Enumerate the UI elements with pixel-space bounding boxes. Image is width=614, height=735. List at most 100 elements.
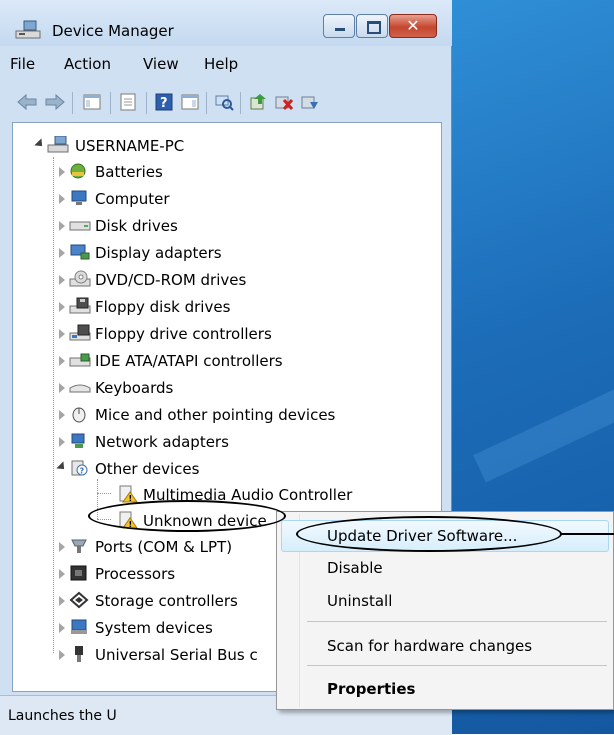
computer-icon xyxy=(69,189,87,207)
toolbar-separator xyxy=(206,92,207,114)
tree-category[interactable]: Batteries xyxy=(49,159,409,185)
svg-text:?: ? xyxy=(80,467,85,476)
ide-controller-icon xyxy=(69,351,91,369)
expand-arrow-icon[interactable] xyxy=(59,248,65,258)
floppy-controller-icon xyxy=(69,324,91,342)
window-title: Device Manager xyxy=(52,22,174,40)
category-label: System devices xyxy=(95,619,213,637)
tree-category[interactable]: IDE ATA/ATAPI controllers xyxy=(49,348,409,374)
tree-category[interactable]: Computer xyxy=(49,186,409,212)
menu-separator xyxy=(307,621,607,622)
expand-arrow-icon[interactable] xyxy=(59,383,65,393)
menu-file[interactable]: File xyxy=(10,55,35,73)
menu-bar: File Action View Help xyxy=(8,50,444,78)
show-hide-console-tree-icon[interactable] xyxy=(82,92,102,112)
tree-category[interactable]: Mice and other pointing devices xyxy=(49,402,429,428)
category-label: Computer xyxy=(95,190,170,208)
storage-controller-icon xyxy=(69,591,89,609)
toolbar-separator xyxy=(72,92,73,114)
tree-category[interactable]: DVD/CD-ROM drives xyxy=(49,267,409,293)
category-label: Display adapters xyxy=(95,244,222,262)
category-label: Floppy drive controllers xyxy=(95,325,272,343)
expand-arrow-icon[interactable] xyxy=(59,596,65,606)
category-label: IDE ATA/ATAPI controllers xyxy=(95,352,283,370)
port-icon xyxy=(69,537,87,555)
status-text: Launches the U xyxy=(8,708,117,724)
expand-arrow-icon[interactable] xyxy=(59,221,65,231)
annotation-ellipse-unknown-device xyxy=(88,500,286,532)
tree-category[interactable]: Network adapters xyxy=(49,429,409,455)
menu-item-scan-hardware[interactable]: Scan for hardware changes xyxy=(327,637,532,655)
close-button[interactable]: ✕ xyxy=(389,14,437,38)
annotation-ellipse-update-driver xyxy=(296,516,562,552)
title-bar[interactable]: Device Manager ✕ xyxy=(0,0,452,46)
expand-arrow-icon[interactable] xyxy=(59,623,65,633)
category-label: Mice and other pointing devices xyxy=(95,406,336,424)
expand-arrow-icon[interactable] xyxy=(59,167,65,177)
expand-arrow-icon[interactable] xyxy=(59,569,65,579)
minimize-icon xyxy=(324,15,354,37)
toolbar: ? xyxy=(8,84,444,120)
expand-arrow-icon[interactable] xyxy=(59,410,65,420)
tree-root-label: USERNAME-PC xyxy=(75,137,185,155)
menu-item-uninstall[interactable]: Uninstall xyxy=(327,592,392,610)
tree-category[interactable]: Floppy drive controllers xyxy=(49,321,409,347)
menu-separator xyxy=(307,665,607,666)
expand-arrow-icon[interactable] xyxy=(59,329,65,339)
device-manager-icon xyxy=(14,20,42,44)
disk-drive-icon xyxy=(69,216,91,234)
collapse-arrow-icon[interactable] xyxy=(34,138,46,150)
network-adapter-icon xyxy=(69,432,87,450)
expand-arrow-icon[interactable] xyxy=(59,542,65,552)
action-pane-icon[interactable] xyxy=(180,92,200,112)
minimize-button[interactable] xyxy=(323,14,355,38)
update-driver-icon[interactable] xyxy=(248,92,268,112)
properties-icon[interactable] xyxy=(118,92,138,112)
svg-text:?: ? xyxy=(160,96,168,111)
menu-help[interactable]: Help xyxy=(204,55,238,73)
computer-root-icon xyxy=(47,135,69,154)
expand-arrow-icon[interactable] xyxy=(59,650,65,660)
collapse-arrow-icon[interactable] xyxy=(56,461,68,473)
battery-icon xyxy=(69,162,87,180)
category-label: Processors xyxy=(95,565,176,583)
close-icon: ✕ xyxy=(406,16,420,35)
usb-icon xyxy=(69,645,87,663)
category-label: Network adapters xyxy=(95,433,229,451)
expand-arrow-icon[interactable] xyxy=(59,437,65,447)
expand-arrow-icon[interactable] xyxy=(59,275,65,285)
annotation-pointer-line xyxy=(560,533,614,535)
tree-root[interactable]: USERNAME-PC xyxy=(31,133,331,159)
expand-arrow-icon[interactable] xyxy=(59,194,65,204)
tree-category[interactable]: Display adapters xyxy=(49,240,409,266)
dvd-drive-icon xyxy=(69,270,91,288)
help-icon[interactable]: ? xyxy=(154,92,174,112)
tree-category[interactable]: Floppy disk drives xyxy=(49,294,409,320)
enable-device-icon[interactable] xyxy=(300,92,320,112)
scan-hardware-icon[interactable] xyxy=(214,92,234,112)
category-label: Ports (COM & LPT) xyxy=(95,538,233,556)
menu-action[interactable]: Action xyxy=(64,55,111,73)
processor-icon xyxy=(69,564,87,582)
menu-item-disable[interactable]: Disable xyxy=(327,559,383,577)
toolbar-separator xyxy=(240,92,241,114)
menu-item-properties[interactable]: Properties xyxy=(327,680,415,698)
tree-category-expanded[interactable]: ? Other devices xyxy=(49,456,409,482)
category-label: Storage controllers xyxy=(95,592,238,610)
tree-category[interactable]: Disk drives xyxy=(49,213,409,239)
expand-arrow-icon[interactable] xyxy=(59,302,65,312)
mouse-icon xyxy=(69,405,87,423)
toolbar-separator xyxy=(110,92,111,114)
warning-device-icon: ! xyxy=(117,485,138,503)
display-adapter-icon xyxy=(69,243,90,261)
category-label: Other devices xyxy=(95,460,200,478)
maximize-button[interactable] xyxy=(356,14,388,38)
back-arrow-icon[interactable] xyxy=(16,92,37,112)
expand-arrow-icon[interactable] xyxy=(59,356,65,366)
menu-view[interactable]: View xyxy=(143,55,179,73)
uninstall-icon[interactable] xyxy=(274,92,294,112)
forward-arrow-icon[interactable] xyxy=(44,92,65,112)
category-label: Batteries xyxy=(95,163,163,181)
tree-category[interactable]: Keyboards xyxy=(49,375,409,401)
floppy-drive-icon xyxy=(69,297,91,315)
